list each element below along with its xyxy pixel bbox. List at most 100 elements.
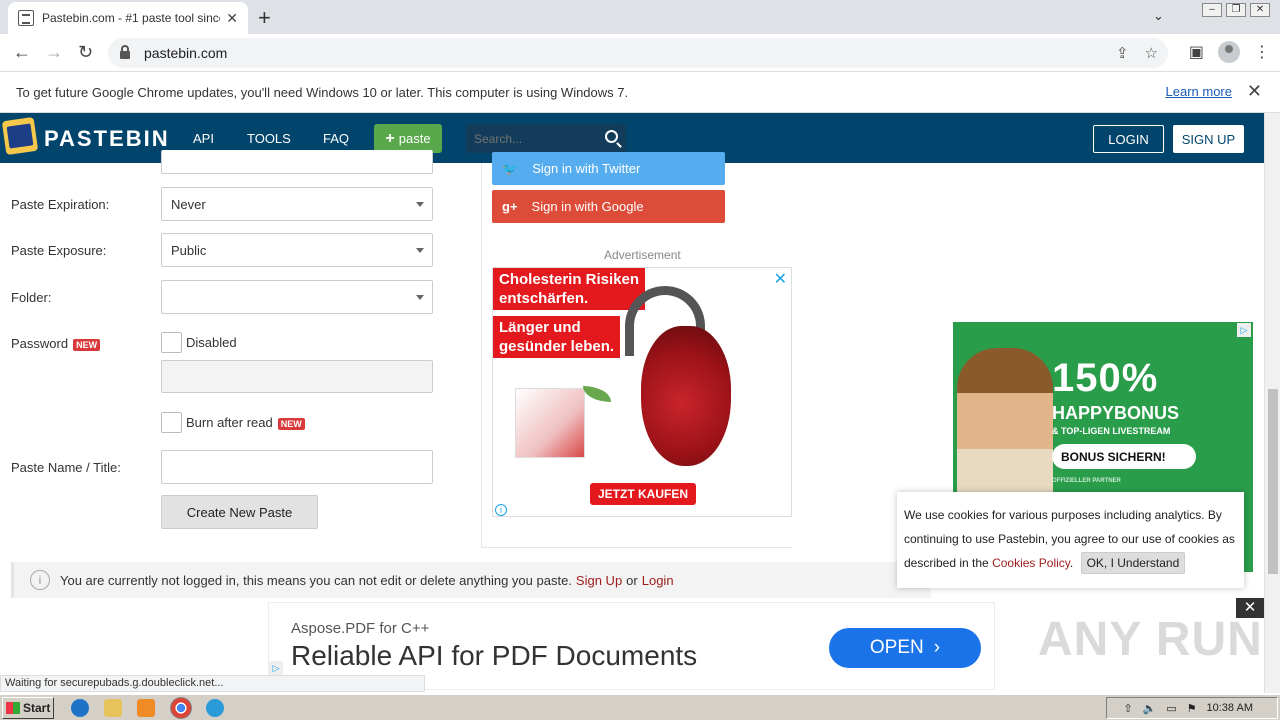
- tab-title: Pastebin.com - #1 paste tool since 2: [42, 11, 221, 25]
- start-button[interactable]: Start: [2, 697, 54, 719]
- exposure-label: Paste Exposure:: [11, 243, 107, 258]
- restore-icon[interactable]: ❐: [1226, 3, 1246, 17]
- back-icon[interactable]: ←: [13, 42, 31, 63]
- url-text: pastebin.com: [144, 45, 228, 61]
- nav-api[interactable]: API: [193, 131, 214, 146]
- bookmark-star-icon[interactable]: ☆: [1145, 44, 1158, 62]
- signup-button[interactable]: SIGN UP: [1173, 125, 1244, 153]
- share-icon[interactable]: ⇪: [1116, 44, 1129, 62]
- media-player-icon[interactable]: [137, 699, 155, 717]
- address-bar[interactable]: pastebin.com ⇪ ☆: [108, 38, 1168, 68]
- cookie-text: We use cookies for various purposes incl…: [904, 508, 1235, 570]
- password-checkbox-label[interactable]: Disabled: [186, 335, 237, 350]
- ad-bonus-sub: & TOP-LIGEN LIVESTREAM: [1052, 426, 1171, 436]
- info-icon: i: [30, 570, 50, 590]
- ad-open-button[interactable]: OPEN ›: [829, 628, 981, 668]
- cholesterin-ad[interactable]: Cholesterin Risiken entschärfen. Länger …: [492, 267, 792, 517]
- network-icon[interactable]: ▭: [1166, 702, 1176, 715]
- notice-or: or: [626, 572, 638, 588]
- ad-line-1: Cholesterin Risiken: [499, 271, 640, 288]
- ad-headline: Cholesterin Risiken entschärfen.: [493, 268, 646, 310]
- nav-faq[interactable]: FAQ: [323, 131, 349, 146]
- explorer-folder-icon[interactable]: [104, 699, 122, 717]
- menu-kebab-icon[interactable]: ⋮: [1254, 42, 1270, 62]
- new-badge: NEW: [73, 338, 101, 351]
- volume-icon[interactable]: 🔈: [1143, 702, 1157, 715]
- windows-taskbar: Start ⇧ 🔈 ▭ ⚑ 10:38 AM: [0, 694, 1280, 720]
- login-notice: i You are currently not logged in, this …: [11, 562, 931, 598]
- password-label: Password NEW: [11, 336, 101, 351]
- infobar-close-icon[interactable]: ✕: [1247, 81, 1262, 102]
- password-label-text: Password: [11, 336, 69, 351]
- system-tray: ⇧ 🔈 ▭ ⚑ 10:38 AM: [1106, 697, 1278, 719]
- expiration-select[interactable]: Never: [161, 187, 433, 221]
- ad-close-icon[interactable]: ✕: [774, 269, 787, 289]
- ie-icon[interactable]: [71, 699, 89, 717]
- forward-icon[interactable]: →: [45, 42, 63, 63]
- browser-tab[interactable]: Pastebin.com - #1 paste tool since 2 ✕: [8, 2, 248, 34]
- new-badge: NEW: [277, 417, 305, 430]
- profile-avatar-icon[interactable]: [1218, 41, 1240, 63]
- search-icon[interactable]: [605, 130, 618, 143]
- sign-in-twitter-button[interactable]: 🐦 Sign in with Twitter: [492, 152, 725, 185]
- chrome-icon[interactable]: [170, 697, 192, 719]
- open-label: OPEN: [869, 637, 924, 658]
- site-brand[interactable]: PASTEBIN: [44, 126, 170, 152]
- login-button[interactable]: LOGIN: [1093, 125, 1164, 153]
- window-close-icon[interactable]: ✕: [1250, 3, 1270, 17]
- paste-title-input[interactable]: [161, 450, 433, 484]
- folder-select[interactable]: [161, 280, 433, 314]
- tab-search-chevron-icon[interactable]: ⌄: [1153, 8, 1164, 24]
- syntax-field-partial[interactable]: [161, 150, 433, 174]
- ad-line-4: gesünder leben.: [499, 338, 615, 355]
- burn-after-read-checkbox[interactable]: [161, 412, 182, 433]
- google-plus-icon: g+: [502, 199, 518, 214]
- cookies-policy-link[interactable]: Cookies Policy: [992, 556, 1070, 570]
- ad-bonus-button[interactable]: BONUS SICHERN!: [1052, 444, 1196, 469]
- browser-toolbar: ← → ↻ pastebin.com ⇪ ☆ ▣ ⋮: [0, 34, 1280, 72]
- notice-login-link[interactable]: Login: [642, 573, 674, 588]
- ad-subheadline: Länger und gesünder leben.: [493, 316, 621, 358]
- tab-close-icon[interactable]: ✕: [226, 10, 238, 27]
- tray-arrow-icon[interactable]: ⇧: [1123, 702, 1132, 715]
- advertisement-label: Advertisement: [604, 248, 681, 262]
- adchoices-icon[interactable]: ▷: [269, 661, 283, 675]
- burn-label-text: Burn after read: [186, 415, 273, 430]
- adchoices-icon[interactable]: ▷: [1237, 323, 1251, 337]
- dropdown-caret-icon: [416, 202, 424, 207]
- notice-text: You are currently not logged in, this me…: [60, 572, 572, 588]
- flag-icon[interactable]: ⚑: [1187, 702, 1197, 715]
- notice-signup-link[interactable]: Sign Up: [576, 573, 622, 588]
- reload-icon[interactable]: ↻: [78, 42, 93, 63]
- ad-brand: Aspose.PDF for C++: [291, 620, 430, 637]
- start-label: Start: [23, 701, 51, 715]
- new-tab-icon[interactable]: +: [258, 5, 271, 31]
- sign-in-google-button[interactable]: g+ Sign in with Google: [492, 190, 725, 223]
- status-bar: Waiting for securepubads.g.doubleclick.n…: [0, 675, 425, 692]
- page-scrollbar[interactable]: [1264, 113, 1280, 693]
- folder-label: Folder:: [11, 290, 52, 305]
- learn-more-link[interactable]: Learn more: [1166, 84, 1232, 99]
- dropdown-caret-icon: [416, 295, 424, 300]
- password-checkbox[interactable]: [161, 332, 182, 353]
- new-paste-button[interactable]: + paste: [374, 124, 442, 153]
- ad-info-icon[interactable]: i: [495, 504, 507, 516]
- exposure-select[interactable]: Public: [161, 233, 433, 267]
- create-new-paste-button[interactable]: Create New Paste: [161, 495, 318, 529]
- search-input[interactable]: [466, 124, 596, 154]
- lock-icon[interactable]: [120, 45, 130, 59]
- nav-tools[interactable]: TOOLS: [247, 131, 291, 146]
- pastebin-logo-icon[interactable]: [1, 116, 39, 156]
- ad-cta-button[interactable]: JETZT KAUFEN: [590, 483, 696, 505]
- password-input[interactable]: [161, 360, 433, 393]
- clock[interactable]: 10:38 AM: [1207, 702, 1253, 714]
- leaf-image: [583, 386, 611, 402]
- cookie-ok-button[interactable]: OK, I Understand: [1080, 552, 1186, 574]
- minimize-icon[interactable]: –: [1202, 3, 1222, 17]
- expiration-value: Never: [171, 196, 206, 212]
- scrollbar-thumb[interactable]: [1268, 389, 1278, 574]
- ad-partner-tag: OFFIZIELLER PARTNER: [1052, 478, 1121, 484]
- burn-after-read-label[interactable]: Burn after read NEW: [186, 415, 305, 430]
- edge-icon[interactable]: [206, 699, 224, 717]
- side-panel-icon[interactable]: ▣: [1189, 42, 1204, 62]
